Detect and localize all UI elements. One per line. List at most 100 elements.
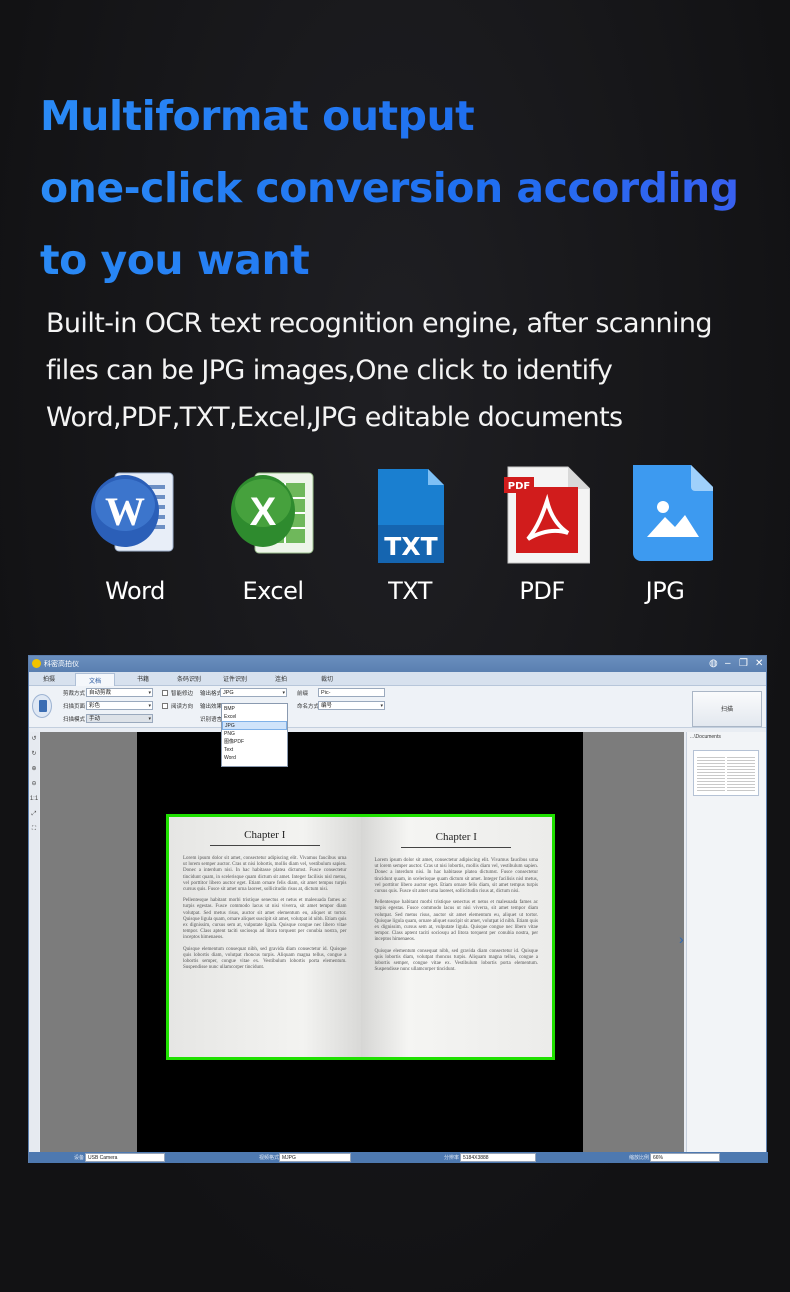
output-format-label: 输出格式 [200, 691, 223, 697]
tab-barcode[interactable]: 条码识别 [169, 674, 209, 683]
close-icon[interactable]: ✕ [755, 658, 763, 670]
actual-size-icon[interactable]: 1:1 [29, 792, 39, 807]
camera-preview: Chapter I Lorem ipsum dolor sit amet, co… [137, 732, 583, 1152]
fullscreen-icon[interactable]: ⛶ [29, 822, 39, 837]
left-paragraph-3: Quisque elementum consequat nibh, sed gr… [183, 946, 347, 971]
left-paragraph-1: Lorem ipsum dolor sit amet, consectetur … [183, 856, 347, 893]
format-icons: W Word X Excel TXT TXT PDF PDF JPG [80, 465, 720, 615]
video-format-select[interactable]: MJPG [279, 1153, 351, 1162]
format-pdf: PDF PDF [487, 465, 597, 605]
format-option[interactable]: Excel [222, 713, 287, 721]
headline-line-1: Multiformat output [40, 80, 780, 152]
headline-line-3: to you want [40, 224, 780, 296]
format-option[interactable]: Text [222, 746, 287, 754]
reading-direction-label: 阅读方向 [171, 704, 194, 710]
crop-mode-label: 剪裁方式 [63, 691, 86, 697]
thumbnail-panel: ...\Documents [686, 732, 766, 1152]
svg-text:PDF: PDF [508, 481, 530, 492]
svg-text:TXT: TXT [384, 532, 437, 561]
preview-area: Chapter I Lorem ipsum dolor sit amet, co… [40, 732, 684, 1152]
output-format-select[interactable]: JPG ▾ [220, 688, 287, 697]
scan-mode-label: 扫描模式 [63, 717, 86, 723]
left-paragraph-2: Pellentesque habitant morbi tristique se… [183, 898, 347, 941]
description-line-3: Word,PDF,TXT,Excel,JPG editable document… [46, 402, 623, 433]
zoom-in-icon[interactable]: ⊕ [29, 762, 39, 777]
description: Built-in OCR text recognition engine, af… [46, 300, 766, 441]
jpg-icon [617, 465, 717, 565]
chevron-right-icon[interactable]: › [679, 931, 684, 947]
description-line-1: Built-in OCR text recognition engine, af… [46, 308, 713, 339]
headline: Multiformat output one-click conversion … [40, 80, 780, 296]
right-paragraph-3: Quisque elementum consequat nibh, sed gr… [374, 948, 539, 973]
book-left-page: Chapter I Lorem ipsum dolor sit amet, co… [169, 817, 361, 1057]
format-option[interactable]: BMP [222, 705, 287, 713]
format-word: W Word [80, 465, 190, 605]
format-excel: X Excel [218, 465, 328, 605]
video-format-label: 视频格式 [259, 1155, 280, 1161]
title-bar: 科密高拍仪 ◍ – ❐ ✕ [29, 656, 766, 672]
format-option[interactable]: Word [222, 754, 287, 762]
tab-bar: 拍摄 文档 书籍 条码识别 证件识别 连拍 裁切 [29, 672, 766, 686]
globe-icon[interactable]: ◍ [709, 658, 718, 670]
status-bar: 设备 USB Camera 视频格式 MJPG 分辨率 5184X3888 缩放… [29, 1152, 768, 1163]
scan-page-label: 扫描页面 [63, 704, 86, 710]
scan-page-select[interactable]: 彩色 ▾ [86, 701, 153, 710]
resolution-label: 分辨率 [444, 1155, 460, 1161]
format-jpg: JPG [610, 465, 720, 605]
smart-edge-label: 智能修边 [171, 691, 194, 697]
format-option[interactable]: 图像PDF [222, 738, 287, 746]
document-icon [32, 694, 52, 718]
format-txt-label: TXT [388, 577, 432, 605]
tab-capture[interactable]: 拍摄 [29, 674, 69, 683]
prefix-input[interactable]: Pic- [318, 688, 385, 697]
restore-icon[interactable]: ❐ [739, 658, 748, 670]
book-right-page: Chapter I Lorem ipsum dolor sit amet, co… [360, 817, 552, 1057]
left-page-heading: Chapter I [244, 829, 286, 841]
zoom-select[interactable]: 66% [650, 1153, 720, 1162]
smart-edge-checkbox[interactable] [162, 690, 168, 696]
app-window: 科密高拍仪 ◍ – ❐ ✕ 拍摄 文档 书籍 条码识别 证件识别 连拍 裁切 剪… [28, 655, 768, 1163]
svg-text:X: X [250, 490, 277, 534]
tab-document[interactable]: 文档 [75, 673, 115, 686]
tab-book[interactable]: 书籍 [123, 674, 163, 683]
minimize-icon[interactable]: – [725, 658, 731, 670]
folder-path: ...\Documents [690, 734, 721, 740]
app-title: 科密高拍仪 [44, 661, 79, 668]
device-select[interactable]: USB Camera [85, 1153, 165, 1162]
rotate-left-icon[interactable]: ↺ [29, 732, 39, 747]
naming-select[interactable]: 编号 ▾ [318, 701, 385, 710]
right-page-heading: Chapter I [435, 831, 477, 843]
ribbon-toolbar: 剪裁方式 自动剪裁 ▾ 扫描页面 彩色 ▾ 扫描模式 手动 ▾ 智能修边 阅读方向 输… [29, 686, 766, 728]
scan-button[interactable]: 扫描 [692, 691, 762, 727]
scan-mode-select[interactable]: 手动 ▾ [86, 714, 153, 723]
word-icon: W [87, 465, 183, 565]
left-toolbar: ↺ ↻ ⊕ ⊖ 1:1 ⤢ ⛶ [29, 732, 39, 1152]
reading-direction-checkbox[interactable] [162, 703, 168, 709]
format-txt: TXT TXT [355, 465, 465, 605]
format-option[interactable]: PNG [222, 730, 287, 738]
right-paragraph-2: Pellentesque habitant morbi tristique se… [374, 900, 539, 943]
format-jpg-label: JPG [645, 577, 685, 605]
tab-crop[interactable]: 裁切 [307, 674, 347, 683]
format-excel-label: Excel [242, 577, 304, 605]
format-option-selected[interactable]: JPG [222, 721, 287, 730]
right-paragraph-1: Lorem ipsum dolor sit amet, consectetur … [374, 858, 539, 895]
crop-mode-select[interactable]: 自动剪裁 ▾ [86, 688, 153, 697]
tab-burst[interactable]: 连拍 [261, 674, 301, 683]
detected-document[interactable]: Chapter I Lorem ipsum dolor sit amet, co… [166, 814, 555, 1060]
rotate-right-icon[interactable]: ↻ [29, 747, 39, 762]
output-effect-label: 输出效果 [200, 704, 223, 710]
txt-icon: TXT [362, 465, 458, 565]
headline-line-2: one-click conversion according [40, 152, 780, 224]
prefix-label: 前缀 [297, 691, 309, 697]
zoom-out-icon[interactable]: ⊖ [29, 777, 39, 792]
thumbnail-item[interactable] [693, 750, 759, 796]
excel-icon: X [225, 465, 321, 565]
format-pdf-label: PDF [519, 577, 565, 605]
resolution-select[interactable]: 5184X3888 [460, 1153, 536, 1162]
tab-id-card[interactable]: 证件识别 [215, 674, 255, 683]
fit-window-icon[interactable]: ⤢ [29, 807, 39, 822]
description-line-2: files can be JPG images,One click to ide… [46, 355, 613, 386]
zoom-label: 缩放比例 [629, 1155, 650, 1161]
svg-text:W: W [105, 489, 145, 534]
